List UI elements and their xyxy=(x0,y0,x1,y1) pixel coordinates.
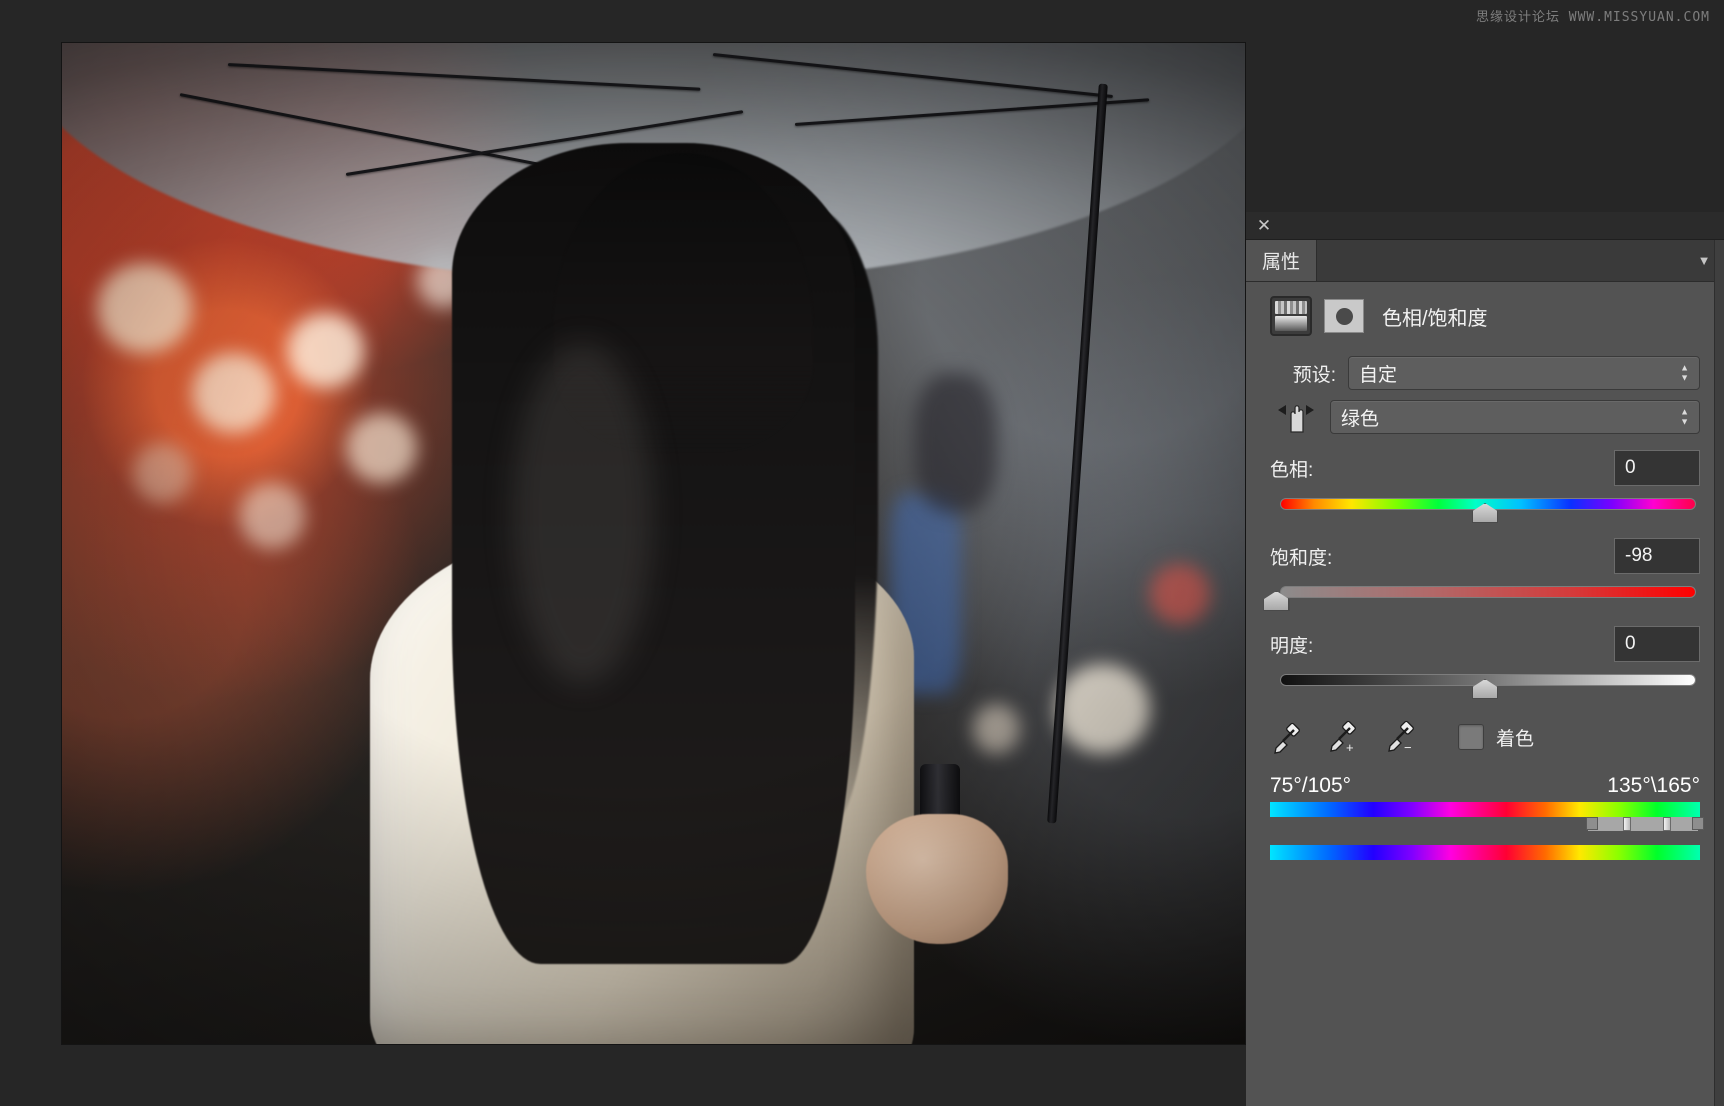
eyedropper-subtract-icon[interactable]: − xyxy=(1386,720,1420,754)
icon-strips xyxy=(1275,301,1307,314)
channel-row: 绿色 ▲▼ xyxy=(1264,400,1706,434)
app-root: 思缘设计论坛 WWW.MISSYUAN.COM xyxy=(0,0,1724,1106)
properties-panel: ✕ 属性 ▼ 色相/饱和度 预设: 自定 ▲ xyxy=(1246,212,1724,1106)
colorize-checkbox[interactable] xyxy=(1458,724,1484,750)
hue-range-strip[interactable] xyxy=(1270,817,1700,831)
range-degrees: 75°/105° 135°\165° xyxy=(1270,774,1700,802)
preset-label: 预设: xyxy=(1270,360,1336,387)
range-right-degrees: 135°\165° xyxy=(1607,774,1700,798)
panel-body: 色相/饱和度 预设: 自定 ▲▼ 绿色 xyxy=(1246,282,1724,860)
vignette xyxy=(62,43,1245,1044)
layer-mask-thumbnail[interactable] xyxy=(1324,299,1364,333)
svg-text:+: + xyxy=(1346,740,1354,754)
close-icon[interactable]: ✕ xyxy=(1254,216,1274,236)
mask-dot xyxy=(1336,308,1353,325)
lightness-slider-block: 明度: 0 xyxy=(1264,626,1706,698)
panel-tabbar: 属性 ▼ xyxy=(1246,240,1724,282)
chevron-updown-icon: ▲▼ xyxy=(1680,365,1689,382)
preset-row: 预设: 自定 ▲▼ xyxy=(1264,356,1706,390)
lightness-label: 明度: xyxy=(1270,631,1313,658)
channel-value: 绿色 xyxy=(1341,404,1379,431)
svg-text:−: − xyxy=(1404,740,1412,754)
chevron-updown-icon: ▲▼ xyxy=(1680,409,1689,426)
hue-label: 色相: xyxy=(1270,455,1313,482)
lightness-slider-head: 明度: 0 xyxy=(1270,626,1700,662)
saturation-value-input[interactable]: -98 xyxy=(1614,538,1700,574)
saturation-track[interactable] xyxy=(1280,586,1696,598)
saturation-label: 饱和度: xyxy=(1270,543,1332,570)
panel-titlebar: ✕ xyxy=(1246,212,1724,240)
hue-range-handle-outer-left[interactable] xyxy=(1586,817,1598,830)
scrubby-slider-hand-icon[interactable] xyxy=(1270,400,1322,434)
eyedropper-add-icon[interactable]: + xyxy=(1328,720,1362,754)
preset-select[interactable]: 自定 ▲▼ xyxy=(1348,356,1700,390)
lightness-value-input[interactable]: 0 xyxy=(1614,626,1700,662)
hue-range-fill[interactable] xyxy=(1588,817,1698,831)
hue-range-handle-inner-right[interactable] xyxy=(1663,817,1671,831)
hue-track-wrap[interactable] xyxy=(1270,494,1700,522)
hue-bar-result xyxy=(1270,845,1700,860)
hue-slider-head: 色相: 0 xyxy=(1270,450,1700,486)
colorize-label: 着色 xyxy=(1496,724,1534,751)
tools-row: + − 着色 xyxy=(1264,720,1706,754)
saturation-slider-block: 饱和度: -98 xyxy=(1264,538,1706,610)
hue-saturation-icon xyxy=(1270,296,1312,336)
hue-range-block: 75°/105° 135°\165° xyxy=(1264,774,1706,860)
eyedropper-icon[interactable] xyxy=(1270,720,1304,754)
channel-select[interactable]: 绿色 ▲▼ xyxy=(1330,400,1700,434)
tabbar-filler xyxy=(1317,240,1684,281)
photo-canvas[interactable] xyxy=(62,43,1245,1044)
hue-slider-block: 色相: 0 xyxy=(1264,450,1706,522)
adjustment-title: 色相/饱和度 xyxy=(1382,302,1488,331)
hue-range-handle-inner-left[interactable] xyxy=(1623,817,1631,831)
tab-properties[interactable]: 属性 xyxy=(1246,240,1317,281)
saturation-slider-head: 饱和度: -98 xyxy=(1270,538,1700,574)
lightness-track-wrap[interactable] xyxy=(1270,670,1700,698)
range-left-degrees: 75°/105° xyxy=(1270,774,1351,798)
hue-bar-source xyxy=(1270,802,1700,817)
icon-ramp xyxy=(1275,316,1307,331)
colorize-group[interactable]: 着色 xyxy=(1458,724,1534,751)
adjustment-header: 色相/饱和度 xyxy=(1264,282,1706,346)
hue-range-handle-outer-right[interactable] xyxy=(1692,817,1704,830)
hue-value-input[interactable]: 0 xyxy=(1614,450,1700,486)
preset-value: 自定 xyxy=(1359,360,1397,387)
saturation-track-wrap[interactable] xyxy=(1270,582,1700,610)
panel-scrollbar[interactable] xyxy=(1714,240,1724,1106)
watermark: 思缘设计论坛 WWW.MISSYUAN.COM xyxy=(1476,6,1710,25)
